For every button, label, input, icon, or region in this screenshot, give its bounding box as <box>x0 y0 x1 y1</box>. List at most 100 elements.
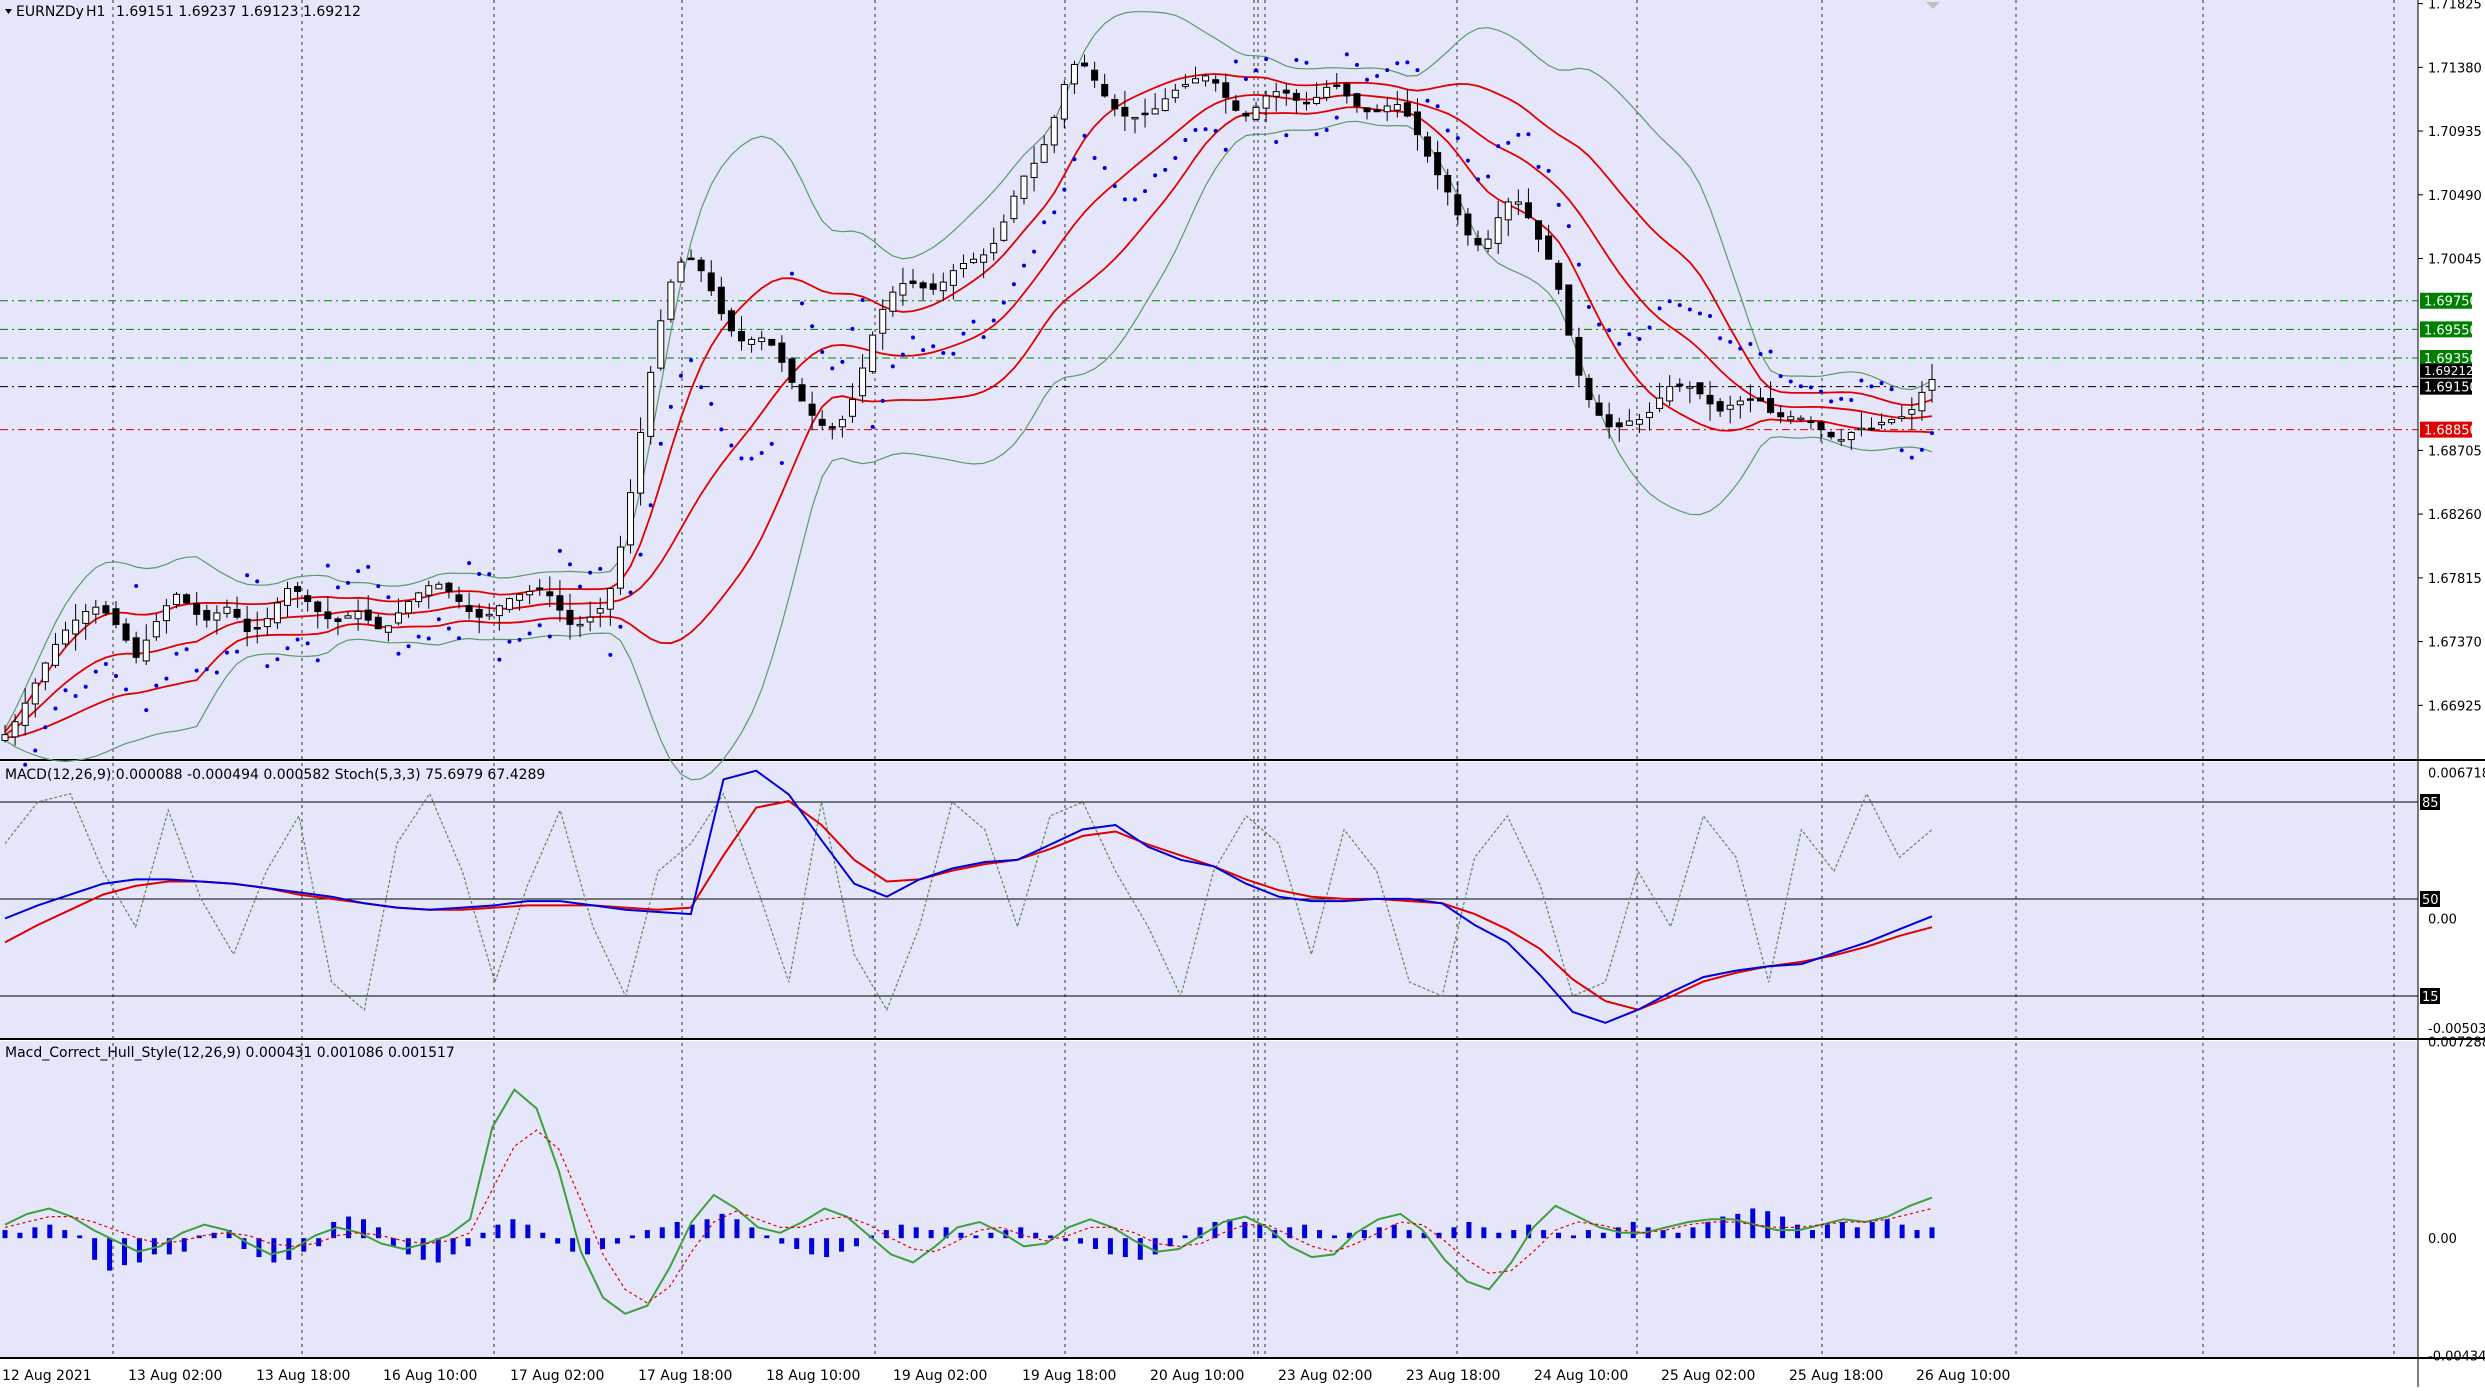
sar-dot <box>1254 68 1259 73</box>
candle-body <box>970 258 978 264</box>
candle-body <box>879 308 887 334</box>
candle-body <box>1363 107 1371 113</box>
candle-body <box>213 612 221 621</box>
x-tick-label: 26 Aug 10:00 <box>1916 1368 2010 1384</box>
sar-dot <box>214 670 219 675</box>
sar-dot <box>93 669 98 674</box>
sar-dot <box>1819 389 1824 394</box>
histogram-bar <box>1914 1230 1920 1239</box>
sar-dot <box>436 617 441 622</box>
candle-body <box>41 662 49 683</box>
histogram-bar <box>779 1238 785 1244</box>
candle-body <box>294 586 302 592</box>
sar-dot <box>648 503 653 508</box>
histogram-bar <box>32 1227 38 1239</box>
sar-dot <box>1536 164 1541 169</box>
sar-dot <box>1637 336 1642 341</box>
pane-background-2 <box>0 762 2418 1038</box>
sar-dot <box>699 385 704 390</box>
current-price-tag-text: 1.69212 <box>2424 364 2474 378</box>
x-tick-label: 19 Aug 18:00 <box>1022 1368 1116 1384</box>
candle-body <box>1383 105 1391 113</box>
candle-body <box>11 721 19 738</box>
sar-dot <box>739 456 744 461</box>
candle-body <box>1444 174 1452 193</box>
sar-dot <box>951 351 956 356</box>
candle-body <box>374 616 382 630</box>
sar-dot <box>1203 127 1208 132</box>
sar-dot <box>396 651 401 656</box>
candle-body <box>1000 221 1008 241</box>
sar-dot <box>1506 140 1511 145</box>
candle-body <box>1504 201 1512 221</box>
sar-dot <box>1475 177 1480 182</box>
candle-body <box>1817 421 1825 431</box>
sar-dot <box>880 398 885 403</box>
candle-body <box>334 618 342 623</box>
candle-body <box>1908 409 1916 415</box>
sar-dot <box>840 359 845 364</box>
sar-dot <box>204 667 209 672</box>
sar-dot <box>1798 384 1803 389</box>
candle-body <box>1524 202 1532 219</box>
x-tick-label: 18 Aug 10:00 <box>766 1368 860 1384</box>
candle-body <box>1171 89 1179 99</box>
histogram-bar <box>375 1227 381 1239</box>
sar-dot <box>386 595 391 600</box>
sar-dot <box>971 319 976 324</box>
sar-dot <box>1092 155 1097 160</box>
candle-body <box>31 682 39 705</box>
candle-body <box>1918 391 1926 412</box>
sar-dot <box>1213 128 1218 133</box>
candle-body <box>354 610 362 620</box>
histogram-bar <box>1376 1227 1382 1239</box>
sar-dot <box>446 626 451 631</box>
sar-dot <box>870 424 875 429</box>
candle-body <box>677 261 685 283</box>
histogram-bar <box>1675 1232 1681 1239</box>
candle-body <box>1454 194 1462 216</box>
candle-body <box>788 358 796 383</box>
histogram-bar <box>704 1219 710 1239</box>
chart-canvas[interactable]: 12 Aug 2021 13 Aug 02:00 13 Aug 18:00 16 Au… <box>0 0 2485 1387</box>
x-tick-label: 13 Aug 18:00 <box>256 1368 350 1384</box>
x-tick-label: 24 Aug 10:00 <box>1534 1368 1628 1384</box>
histogram-bar <box>1078 1238 1084 1244</box>
histogram-bar <box>749 1227 755 1239</box>
sar-dot <box>335 585 340 590</box>
sar-dot <box>638 552 643 557</box>
histogram-bar <box>450 1238 456 1255</box>
sar-dot <box>749 456 754 461</box>
histogram-bar <box>794 1238 800 1249</box>
sar-dot <box>426 636 431 641</box>
candle-body <box>1706 394 1714 405</box>
histogram-bar <box>62 1230 68 1239</box>
y-tick-label: 1.67370 <box>2428 636 2482 651</box>
candle-body <box>1756 397 1764 402</box>
price-level-tag-text: 1.69150 <box>2424 381 2478 396</box>
sar-dot <box>1728 339 1733 344</box>
sar-dot <box>1153 173 1158 178</box>
sar-dot <box>174 651 179 656</box>
chart-window[interactable]: 12 Aug 2021 13 Aug 02:00 13 Aug 18:00 16 Au… <box>0 0 2485 1387</box>
sar-dot <box>1354 62 1359 67</box>
sar-dot <box>1243 76 1248 81</box>
candle-body <box>162 605 170 622</box>
candle-body <box>112 608 120 625</box>
candle-body <box>526 590 534 596</box>
sar-dot <box>1042 220 1047 225</box>
sar-dot <box>1193 127 1198 132</box>
candle-body <box>1282 89 1290 94</box>
candle-body <box>1555 262 1563 290</box>
histogram-bar <box>1839 1221 1845 1239</box>
histogram-bar <box>1317 1230 1323 1239</box>
sar-dot <box>1001 300 1006 305</box>
candle-body <box>142 639 150 662</box>
candle-body <box>1010 195 1018 220</box>
candle-body <box>1535 220 1543 240</box>
sar-dot <box>1324 127 1329 132</box>
histogram-bar <box>1809 1230 1815 1239</box>
candle-body <box>939 281 947 292</box>
sar-dot <box>628 590 633 595</box>
candle-body <box>485 613 493 617</box>
